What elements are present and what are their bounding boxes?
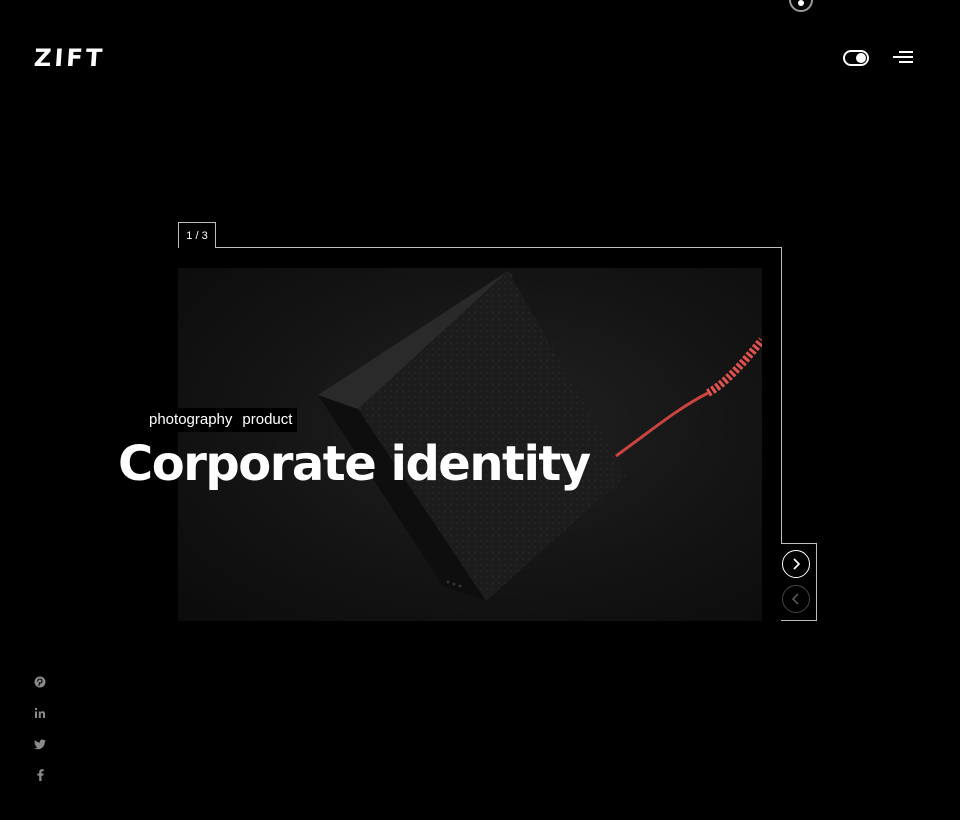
- slide-title[interactable]: Corporate identity: [118, 436, 591, 492]
- theme-toggle-icon[interactable]: [843, 50, 869, 66]
- chevron-right-icon: [793, 558, 801, 570]
- slide-counter: 1 / 3: [178, 222, 216, 248]
- linkedin-icon[interactable]: [32, 705, 48, 721]
- facebook-icon[interactable]: [32, 767, 48, 783]
- tag-list: photography product: [144, 408, 298, 432]
- social-links: [32, 674, 48, 798]
- pinterest-icon[interactable]: [32, 674, 48, 690]
- twitter-icon[interactable]: [32, 736, 48, 752]
- toggle-knob: [856, 53, 866, 63]
- tag-product[interactable]: product: [237, 408, 298, 432]
- frame-top-line: [178, 247, 782, 248]
- tag-photography[interactable]: photography: [144, 408, 238, 432]
- prev-slide-button[interactable]: [782, 585, 810, 613]
- scroll-indicator-icon: [789, 0, 813, 12]
- hamburger-menu-icon[interactable]: [893, 49, 913, 65]
- frame-right-line: [781, 247, 782, 544]
- logo[interactable]: ZIFT: [33, 44, 106, 72]
- chevron-left-icon: [791, 593, 799, 605]
- next-slide-button[interactable]: [782, 550, 810, 578]
